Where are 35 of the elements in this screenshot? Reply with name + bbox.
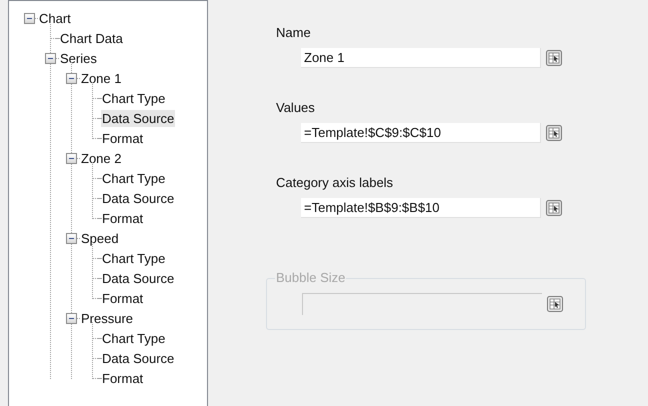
range-select-icon[interactable] (546, 50, 562, 66)
tree-item[interactable]: Data Source (101, 110, 176, 126)
expander-button[interactable] (66, 72, 76, 84)
expander-button[interactable] (66, 312, 76, 324)
tree-item[interactable]: Format (101, 210, 144, 226)
tree-item[interactable]: Zone 2 (80, 150, 122, 166)
tree-item[interactable]: Chart Type (101, 90, 166, 106)
tree-item[interactable]: Format (101, 130, 144, 146)
expander-button[interactable] (66, 232, 76, 244)
input-field[interactable]: =Template!$B$9:$B$10 (301, 198, 541, 218)
tree-item[interactable]: Data Source (101, 350, 176, 366)
expander-button[interactable] (44, 52, 56, 64)
input-field[interactable]: =Template!$C$9:$C$10 (301, 123, 541, 143)
tree-item[interactable]: Data Source (101, 270, 176, 286)
tree-item[interactable]: Zone 1 (80, 70, 122, 86)
range-select-icon[interactable] (546, 200, 562, 216)
field-label: Values (276, 100, 316, 116)
tree-item[interactable]: Data Source (101, 190, 176, 206)
tree-item[interactable]: Chart Type (101, 170, 166, 186)
tree-item[interactable]: Pressure (80, 310, 134, 326)
tree-item[interactable]: Chart (38, 10, 72, 26)
field-label: Category axis labels (276, 175, 394, 191)
range-select-icon[interactable] (546, 125, 562, 141)
tree-item[interactable]: Chart Data (59, 30, 124, 46)
tree-item[interactable]: Series (59, 50, 98, 66)
tree-item[interactable]: Chart Type (101, 250, 166, 266)
tree-item[interactable]: Format (101, 290, 144, 306)
tree-item[interactable]: Chart Type (101, 330, 166, 346)
expander-button[interactable] (66, 152, 76, 164)
field-label: Name (276, 25, 312, 41)
input-field[interactable]: Zone 1 (301, 48, 541, 68)
tree-item[interactable]: Speed (80, 230, 120, 246)
expander-button[interactable] (24, 12, 34, 24)
tree-item[interactable]: Format (101, 370, 144, 386)
range-select-icon[interactable] (547, 296, 563, 312)
